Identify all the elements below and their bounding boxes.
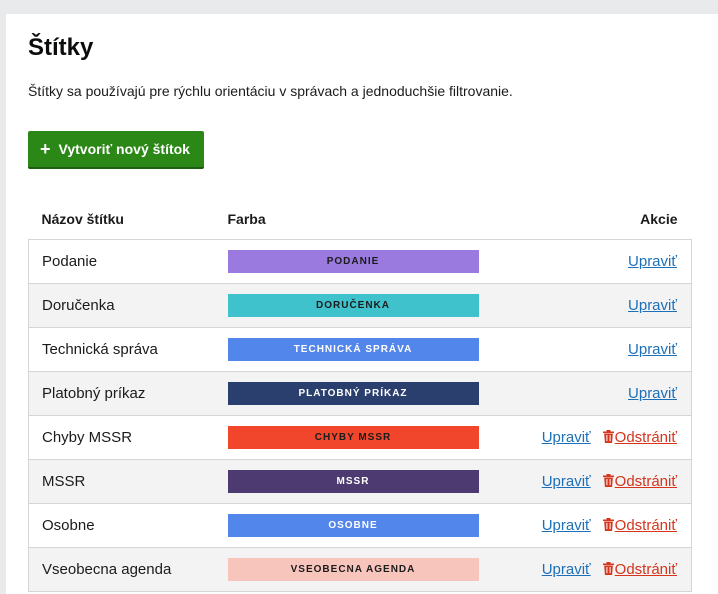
delete-link[interactable]: Odstrániť — [602, 560, 677, 579]
trash-icon — [602, 517, 614, 535]
plus-icon: + — [40, 139, 51, 159]
label-color-cell: TECHNICKÁ SPRÁVA — [227, 327, 519, 372]
delete-link-label: Odstrániť — [614, 560, 677, 578]
table-row: Vseobecna agenda VSEOBECNA AGENDA Upraviť O… — [28, 547, 693, 592]
label-actions: Upraviť — [518, 371, 693, 416]
labels-table: Názov štítku Farba Akcie Podanie PODANIE U… — [28, 199, 693, 592]
label-actions: Upraviť Odstrániť — [518, 547, 693, 592]
create-label-button[interactable]: + Vytvoriť nový štítok — [28, 131, 204, 167]
edit-link[interactable]: Upraviť — [542, 561, 591, 578]
delete-link[interactable]: Odstrániť — [602, 516, 677, 535]
edit-link[interactable]: Upraviť — [542, 473, 591, 490]
label-actions: Upraviť — [518, 239, 693, 284]
label-name: MSSR — [28, 459, 228, 504]
label-name: Vseobecna agenda — [28, 547, 228, 592]
label-color-cell: VSEOBECNA AGENDA — [227, 547, 519, 592]
trash-icon — [602, 429, 614, 447]
table-row: Technická správa TECHNICKÁ SPRÁVA Upraviť — [28, 327, 693, 372]
column-header-actions: Akcie — [640, 211, 678, 227]
page-title: Štítky — [28, 34, 94, 61]
edit-link[interactable]: Upraviť — [542, 517, 591, 534]
label-color-badge: VSEOBECNA AGENDA — [227, 558, 479, 581]
label-name: Technická správa — [28, 327, 228, 372]
label-color-badge: PODANIE — [227, 250, 479, 273]
column-header-color: Farba — [227, 211, 266, 227]
trash-icon — [602, 561, 614, 579]
delete-link-label: Odstrániť — [614, 516, 677, 534]
delete-link-label: Odstrániť — [614, 472, 677, 490]
label-color-cell: PLATOBNÝ PRÍKAZ — [227, 371, 519, 416]
label-name: Osobne — [28, 503, 228, 548]
table-row: Osobne OSOBNE Upraviť Odstrániť — [28, 503, 693, 548]
table-row: Chyby MSSR CHYBY MSSR Upraviť Odstrániť — [28, 415, 693, 460]
label-color-badge: MSSR — [227, 470, 479, 493]
create-label-button-label: Vytvoriť nový štítok — [58, 141, 190, 157]
labels-table-body: Podanie PODANIE Upraviť Doručenka DORUČENKA U… — [28, 239, 693, 592]
label-color-badge: OSOBNE — [227, 514, 479, 537]
label-color-cell: PODANIE — [227, 239, 519, 284]
page-description: Štítky sa používajú pre rýchlu orientáci… — [28, 83, 513, 99]
table-header-row: Názov štítku Farba Akcie — [29, 199, 692, 240]
label-color-cell: OSOBNE — [227, 503, 519, 548]
label-name: Chyby MSSR — [28, 415, 228, 460]
edit-link[interactable]: Upraviť — [628, 297, 677, 314]
table-row: Platobný príkaz PLATOBNÝ PRÍKAZ Upraviť — [28, 371, 693, 416]
label-name: Doručenka — [28, 283, 228, 328]
table-row: MSSR MSSR Upraviť Odstrániť — [28, 459, 693, 504]
label-color-badge: CHYBY MSSR — [227, 426, 479, 449]
table-row: Doručenka DORUČENKA Upraviť — [28, 283, 693, 328]
edit-link[interactable]: Upraviť — [542, 429, 591, 446]
label-actions: Upraviť Odstrániť — [518, 459, 693, 504]
label-actions: Upraviť Odstrániť — [518, 415, 693, 460]
label-color-cell: DORUČENKA — [227, 283, 519, 328]
label-color-badge: PLATOBNÝ PRÍKAZ — [227, 382, 479, 405]
table-row: Podanie PODANIE Upraviť — [28, 239, 693, 284]
label-actions: Upraviť — [518, 327, 693, 372]
trash-icon — [602, 473, 614, 491]
delete-link[interactable]: Odstrániť — [602, 472, 677, 491]
label-name: Platobný príkaz — [28, 371, 228, 416]
edit-link[interactable]: Upraviť — [628, 341, 677, 358]
column-header-name: Názov štítku — [41, 211, 124, 227]
label-name: Podanie — [28, 239, 228, 284]
label-color-cell: MSSR — [227, 459, 519, 504]
label-actions: Upraviť — [518, 283, 693, 328]
label-color-badge: TECHNICKÁ SPRÁVA — [227, 338, 479, 361]
label-color-badge: DORUČENKA — [227, 294, 479, 317]
label-actions: Upraviť Odstrániť — [518, 503, 693, 548]
delete-link-label: Odstrániť — [614, 428, 677, 446]
edit-link[interactable]: Upraviť — [628, 253, 677, 270]
labels-panel: Štítky Štítky sa používajú pre rýchlu or… — [6, 14, 718, 594]
edit-link[interactable]: Upraviť — [628, 385, 677, 402]
label-color-cell: CHYBY MSSR — [227, 415, 519, 460]
delete-link[interactable]: Odstrániť — [602, 428, 677, 447]
